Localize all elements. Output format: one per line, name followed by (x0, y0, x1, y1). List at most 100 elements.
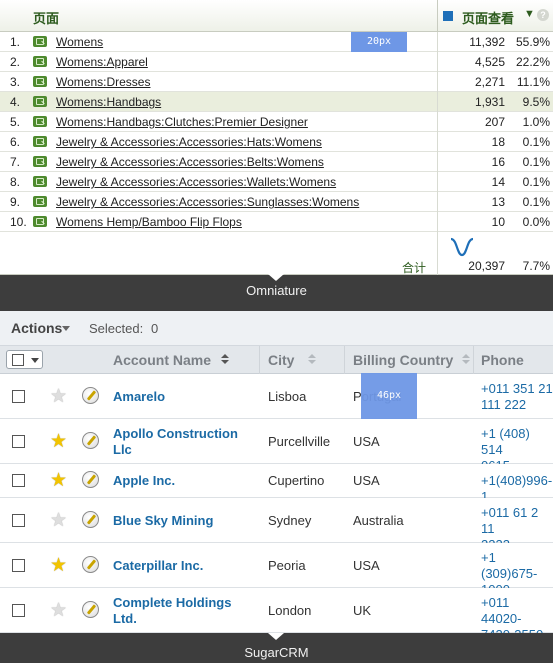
favorite-star-icon[interactable]: ★ (50, 601, 67, 620)
table-row[interactable]: 6. Jewelry & Accessories:Accessories:Hats… (0, 132, 553, 152)
page-report-icon[interactable] (33, 56, 47, 67)
edit-pencil-icon[interactable] (82, 431, 99, 449)
row-checkbox[interactable] (12, 513, 25, 527)
row-number: 3. (10, 75, 21, 89)
table-row[interactable]: 9. Jewelry & Accessories:Accessories:Sung… (0, 192, 553, 212)
page-views-percent: 22.2% (515, 55, 550, 69)
row-checkbox[interactable] (12, 434, 25, 448)
table-row[interactable]: ★ Blue Sky Mining Sydney Australia +011 61 2… (0, 498, 553, 552)
caption-bar-sugarcrm: SugarCRM (0, 633, 553, 663)
billing-country-cell: USA (353, 557, 380, 573)
account-name-link[interactable]: Complete Holdings Ltd. (113, 595, 263, 627)
favorite-star-icon[interactable]: ★ (50, 511, 67, 530)
sort-icon[interactable] (462, 354, 470, 366)
page-report-icon[interactable] (33, 176, 47, 187)
column-header-city[interactable]: City (268, 352, 294, 368)
page-link[interactable]: Jewelry & Accessories:Accessories:Sungla… (56, 195, 359, 209)
total-label: 合计 (402, 261, 427, 275)
page-link[interactable]: Jewelry & Accessories:Accessories:Belts:… (56, 155, 324, 169)
row-checkbox[interactable] (12, 389, 25, 403)
table-row[interactable]: 4. Womens:Handbags 1,931 9.5% (0, 92, 553, 112)
account-name-link[interactable]: Apple Inc. (113, 473, 263, 489)
chevron-down-icon[interactable] (62, 326, 70, 331)
column-divider (344, 346, 345, 374)
table-row[interactable]: ★ Apollo Construction Llc Purcellville USA +… (0, 419, 553, 473)
favorite-star-icon[interactable]: ★ (50, 387, 67, 406)
page-column-header[interactable]: 页面 (33, 8, 59, 27)
table-row[interactable]: 8. Jewelry & Accessories:Accessories:Wall… (0, 172, 553, 192)
column-divider (437, 92, 438, 112)
row-number: 5. (10, 115, 21, 129)
page-views-count: 4,525 (474, 55, 505, 69)
page-link[interactable]: Womens:Apparel (56, 55, 148, 69)
page-link[interactable]: Womens (56, 35, 103, 49)
help-icon[interactable]: ? (537, 9, 549, 21)
page-report-icon[interactable] (33, 156, 47, 167)
column-divider (437, 32, 438, 52)
row-number: 8. (10, 175, 21, 189)
favorite-star-icon[interactable]: ★ (50, 556, 67, 575)
table-row[interactable]: ★AmareloLisboaPortugal+011 351 21 111 22… (0, 374, 553, 419)
table-row[interactable]: 3. Womens:Dresses 2,271 11.1% (0, 72, 553, 92)
table-row[interactable]: ★ Apple Inc. Cupertino USA +1(408)996-1 (0, 464, 553, 504)
page-link[interactable]: Jewelry & Accessories:Accessories:Wallet… (56, 175, 336, 189)
sort-icon[interactable] (308, 354, 316, 366)
table-row[interactable]: 10. Womens Hemp/Bamboo Flip Flops 10 0.0% (0, 212, 553, 232)
row-height-badge: 46px (361, 373, 417, 419)
row-number: 9. (10, 195, 21, 209)
sort-icon[interactable] (221, 354, 229, 366)
account-name-link[interactable]: Caterpillar Inc. (113, 558, 263, 574)
page-report-icon[interactable] (33, 136, 47, 147)
actions-menu-button[interactable]: Actions (11, 320, 62, 336)
table-row[interactable]: 2. Womens:Apparel 4,525 22.2% (0, 52, 553, 72)
row-checkbox[interactable] (12, 558, 25, 572)
page-report-icon[interactable] (33, 96, 47, 107)
favorite-star-icon[interactable]: ★ (50, 471, 67, 490)
favorite-star-icon[interactable]: ★ (50, 432, 67, 451)
page-link[interactable]: Jewelry & Accessories:Accessories:Hats:W… (56, 135, 322, 149)
page-views-percent: 9.5% (522, 95, 550, 109)
edit-pencil-icon[interactable] (82, 510, 99, 528)
page-views-column-header[interactable]: 页面查看 (462, 8, 514, 27)
chevron-down-icon[interactable] (31, 358, 39, 363)
table-row[interactable]: 5. Womens:Handbags:Clutches:Premier Desig… (0, 112, 553, 132)
page-report-icon[interactable] (33, 116, 47, 127)
page-link[interactable]: Womens:Dresses (56, 75, 150, 89)
table-row[interactable]: 1. Womens 11,392 55.9% (0, 32, 553, 52)
row-checkbox[interactable] (12, 603, 25, 617)
edit-pencil-icon[interactable] (82, 471, 99, 488)
page-link[interactable]: Womens:Handbags:Clutches:Premier Designe… (56, 115, 308, 129)
page-report-icon[interactable] (33, 36, 47, 47)
caption-notch (268, 633, 284, 640)
sort-desc-icon[interactable]: ▼ (524, 8, 535, 20)
account-name-link[interactable]: Blue Sky Mining (113, 513, 263, 529)
table-row[interactable]: ★Caterpillar Inc.PeoriaUSA+1 (309)675- 1… (0, 543, 553, 597)
edit-pencil-icon[interactable] (82, 555, 99, 573)
page-views-percent: 11.1% (516, 75, 550, 89)
page-report-icon[interactable] (33, 76, 47, 87)
caption-text: Omniature (246, 283, 307, 298)
page-report-icon[interactable] (33, 196, 47, 207)
billing-country-cell: USA (353, 473, 380, 488)
column-divider (437, 72, 438, 92)
page-report-icon[interactable] (33, 216, 47, 227)
select-all-checkbox[interactable] (12, 354, 24, 366)
mass-select-dropdown[interactable] (6, 350, 43, 369)
page-link[interactable]: Womens Hemp/Bamboo Flip Flops (56, 215, 242, 229)
table-row[interactable]: 7. Jewelry & Accessories:Accessories:Belt… (0, 152, 553, 172)
table-row[interactable]: ★ Complete Holdings Ltd. London UK +011 4402… (0, 588, 553, 633)
row-number: 1. (10, 35, 21, 49)
column-header-billing-country[interactable]: Billing Country (353, 352, 453, 368)
phone-link[interactable]: +011 44020- 7420-3550 (481, 595, 553, 634)
edit-pencil-icon[interactable] (82, 600, 99, 618)
phone-link[interactable]: +011 351 21 111 222 (481, 381, 553, 413)
column-header-account-name[interactable]: Account Name (113, 352, 211, 368)
selected-count: 0 (151, 321, 159, 336)
billing-country-cell: USA (353, 433, 380, 449)
page-link[interactable]: Womens:Handbags (56, 95, 161, 109)
account-name-link[interactable]: Apollo Construction Llc (113, 426, 263, 458)
edit-pencil-icon[interactable] (82, 386, 99, 404)
account-name-link[interactable]: Amarelo (113, 389, 263, 405)
column-header-phone[interactable]: Phone (481, 352, 524, 368)
row-checkbox[interactable] (12, 474, 25, 487)
